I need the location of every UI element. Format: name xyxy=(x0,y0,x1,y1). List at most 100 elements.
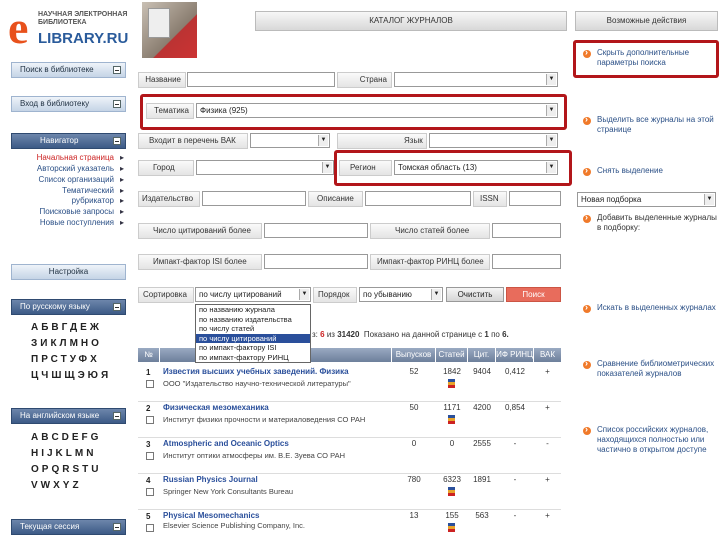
action-compare[interactable]: Сравнение библиометрических показателей … xyxy=(575,358,717,379)
row-checkbox[interactable] xyxy=(146,452,154,460)
collapse-icon[interactable] xyxy=(113,100,121,108)
journal-table: 1 Известия высших учебных заведений. Физ… xyxy=(138,366,561,540)
sidebar-en-letters[interactable]: На английском языке xyxy=(11,408,126,424)
sidebar-item-rubricator-2[interactable]: рубрикатор xyxy=(11,195,126,206)
sidebar-session[interactable]: Текущая сессия xyxy=(11,519,126,535)
stats-chart-icon[interactable] xyxy=(448,415,455,424)
collapse-icon[interactable] xyxy=(113,523,121,531)
clear-button[interactable]: Очистить xyxy=(446,287,504,302)
action-hide-params[interactable]: Скрыть дополнительные параметры поиска xyxy=(575,47,717,68)
action-open-access[interactable]: Список российских журналов, находящихся … xyxy=(575,424,717,455)
en-letters-row[interactable]: VWXYZ xyxy=(11,478,126,494)
results-shown: 6 xyxy=(320,330,325,339)
search-button[interactable]: Поиск xyxy=(506,287,561,302)
journal-publisher: Институт оптики атмосферы им. В.Е. Зуева… xyxy=(163,451,345,460)
sort-option-selected[interactable]: по числу цитирований xyxy=(196,333,310,343)
topic-select[interactable]: Физика (925) ▼ xyxy=(196,103,558,118)
journal-title-link[interactable]: Russian Physics Journal xyxy=(163,475,258,484)
collapse-icon[interactable] xyxy=(113,303,121,311)
col-if-header[interactable]: ИФ РИНЦ xyxy=(496,348,534,362)
col-vak-header[interactable]: ВАК xyxy=(534,348,561,362)
sort-option[interactable]: по названию журнала xyxy=(196,305,310,315)
sidebar-settings[interactable]: Настройка xyxy=(11,264,126,280)
sidebar-navigator[interactable]: Навигатор xyxy=(11,133,126,149)
chevron-down-icon: ▼ xyxy=(431,289,441,300)
col-articles-header[interactable]: Статей xyxy=(436,348,468,362)
en-letters-row[interactable]: HIJKLMN xyxy=(11,446,126,462)
order-select[interactable]: по убыванию ▼ xyxy=(359,287,443,302)
row-checkbox[interactable] xyxy=(146,488,154,496)
sort-option[interactable]: по названию издательства xyxy=(196,315,310,325)
journal-title-link[interactable]: Atmospheric and Oceanic Optics xyxy=(163,439,289,448)
if-isi-input[interactable] xyxy=(264,254,368,269)
journal-title-link[interactable]: Физическая мезомеханика xyxy=(163,403,269,412)
actions-title: Возможные действия xyxy=(575,11,718,31)
journal-title-link[interactable]: Physical Mesomechanics xyxy=(163,511,260,520)
stats-chart-icon[interactable] xyxy=(448,487,455,496)
table-row: 3 Atmospheric and Oceanic Optics Институ… xyxy=(138,438,561,474)
title-input[interactable] xyxy=(187,72,335,87)
action-label: Выделить все журналы на этой странице xyxy=(597,115,714,134)
action-add-to-collection[interactable]: Добавить выделенные журналы в подборку: xyxy=(575,212,717,233)
collapse-icon[interactable] xyxy=(113,66,121,74)
stats-chart-icon[interactable] xyxy=(448,523,455,532)
vak-flag: + xyxy=(545,475,550,484)
cited-input[interactable] xyxy=(264,223,368,238)
publisher-input[interactable] xyxy=(202,191,306,206)
row-checkbox[interactable] xyxy=(146,416,154,424)
en-letters-row[interactable]: ABCDEFG xyxy=(11,430,126,446)
sidebar-item-orgs[interactable]: Список организаций xyxy=(11,174,126,185)
sort-option[interactable]: по импакт-фактору РИНЦ xyxy=(196,353,310,363)
sort-option[interactable]: по импакт-фактору ISI xyxy=(196,343,310,353)
table-row: 4 Russian Physics Journal Springer New Y… xyxy=(138,474,561,510)
collection-select[interactable]: Новая подборка ▼ xyxy=(577,192,716,207)
row-num: 3 xyxy=(146,440,151,449)
articles-input[interactable] xyxy=(492,223,561,238)
col-num-header[interactable]: № xyxy=(138,348,160,362)
chevron-down-icon: ▼ xyxy=(546,74,556,85)
action-deselect[interactable]: Снять выделение xyxy=(575,165,717,176)
col-issues-header[interactable]: Выпусков xyxy=(392,348,436,362)
articles-count[interactable]: 155 xyxy=(436,511,468,520)
ru-letters-row[interactable]: АБВГДЕЖ xyxy=(11,320,126,336)
collapse-icon[interactable] xyxy=(113,137,121,145)
row-checkbox[interactable] xyxy=(146,380,154,388)
ru-letters-row[interactable]: ЦЧШЩЭЮЯ xyxy=(11,368,126,384)
sort-select[interactable]: по числу цитирований ▼ xyxy=(195,287,311,302)
sidebar-ru-letters[interactable]: По русскому языку xyxy=(11,299,126,315)
sidebar-item-new[interactable]: Новые поступления xyxy=(11,217,126,228)
collapse-icon[interactable] xyxy=(113,412,121,420)
action-search-selected[interactable]: Искать в выделенных журналах xyxy=(575,302,717,313)
table-row: 5 Physical Mesomechanics Elsevier Scienc… xyxy=(138,510,561,540)
action-select-all[interactable]: Выделить все журналы на этой странице xyxy=(575,114,717,135)
vak-select[interactable]: ▼ xyxy=(250,133,330,148)
stats-chart-icon[interactable] xyxy=(448,379,455,388)
ru-alphabet: АБВГДЕЖ ЗИКЛМНО ПРСТУФХ ЦЧШЩЭЮЯ xyxy=(11,320,126,384)
articles-count[interactable]: 1171 xyxy=(436,403,468,412)
sort-option[interactable]: по числу статей xyxy=(196,324,310,334)
articles-count[interactable]: 1842 xyxy=(436,367,468,376)
col-cites-header[interactable]: Цит. xyxy=(468,348,496,362)
country-select[interactable]: ▼ xyxy=(394,72,558,87)
row-checkbox[interactable] xyxy=(146,524,154,532)
results-to-word: по xyxy=(491,330,500,339)
vak-flag: + xyxy=(545,511,550,520)
if-rinc-input[interactable] xyxy=(492,254,561,269)
sidebar-login[interactable]: Вход в библиотеку xyxy=(11,96,126,112)
sidebar-search[interactable]: Поиск в библиотеке xyxy=(11,62,126,78)
sidebar-item-home[interactable]: Начальная страница xyxy=(11,152,126,163)
articles-count[interactable]: 6323 xyxy=(436,475,468,484)
journal-title-link[interactable]: Известия высших учебных заведений. Физик… xyxy=(163,367,383,376)
articles-count[interactable]: 0 xyxy=(436,439,468,448)
issn-input[interactable] xyxy=(509,191,561,206)
ru-letters-row[interactable]: ПРСТУФХ xyxy=(11,352,126,368)
en-letters-row[interactable]: OPQRSTU xyxy=(11,462,126,478)
sidebar-item-queries[interactable]: Поисковые запросы xyxy=(11,206,126,217)
lang-select[interactable]: ▼ xyxy=(429,133,558,148)
description-input[interactable] xyxy=(365,191,471,206)
elibrary-logo[interactable]: e НАУЧНАЯ ЭЛЕКТРОННАЯ БИБЛИОТЕКА LIBRARY… xyxy=(8,5,143,51)
ru-letters-row[interactable]: ЗИКЛМНО xyxy=(11,336,126,352)
region-select[interactable]: Томская область (13) ▼ xyxy=(394,160,558,175)
sidebar-item-authors[interactable]: Авторский указатель xyxy=(11,163,126,174)
city-select[interactable]: ▼ xyxy=(196,160,334,175)
